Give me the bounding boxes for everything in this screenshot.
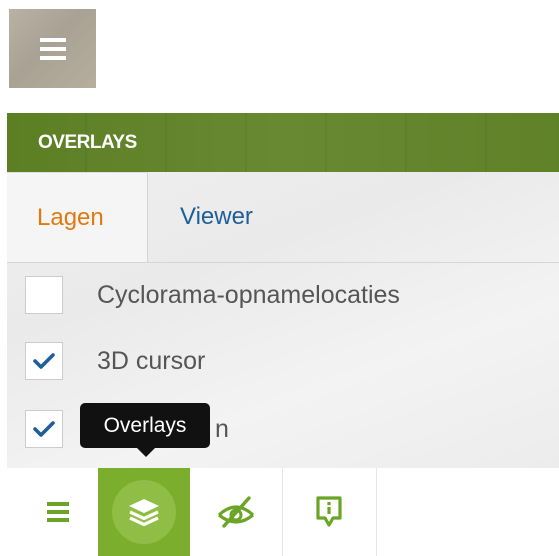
eye-slash-icon: [217, 496, 255, 528]
layer-label-3d-cursor: 3D cursor: [97, 346, 206, 375]
hamburger-icon: [47, 502, 69, 522]
overlays-tooltip: Overlays: [80, 403, 210, 448]
layer-row-cyclorama[interactable]: Cyclorama-opnamelocaties: [25, 276, 400, 314]
tab-viewer-label: Viewer: [180, 203, 253, 230]
panel-tabs: Lagen Viewer: [7, 172, 559, 263]
toolbar-menu-button[interactable]: [18, 468, 98, 556]
panel-title: OVERLAYS: [38, 131, 137, 153]
hamburger-icon: [39, 37, 66, 60]
tab-lagen[interactable]: Lagen: [7, 172, 148, 262]
layer-label-cyclorama: Cyclorama-opnamelocaties: [97, 280, 400, 309]
toolbar-info-button[interactable]: [282, 468, 377, 556]
layer-label-third-partial: n: [215, 414, 229, 443]
tab-viewer[interactable]: Viewer: [180, 172, 253, 262]
layer-checkbox-3d-cursor[interactable]: [25, 342, 63, 380]
checkmark-icon: [33, 421, 55, 437]
checkmark-icon: [33, 353, 55, 369]
info-marker-icon: [316, 496, 342, 527]
bottom-toolbar: [18, 468, 377, 556]
layer-checkbox-third[interactable]: [25, 410, 63, 448]
map-menu-button[interactable]: [9, 9, 96, 88]
toolbar-overlays-button[interactable]: [98, 468, 190, 556]
tooltip-text: Overlays: [103, 413, 187, 437]
layer-row-3d-cursor[interactable]: 3D cursor: [25, 342, 205, 380]
layer-checkbox-cyclorama[interactable]: [25, 276, 63, 314]
toolbar-hide-button[interactable]: [190, 468, 283, 556]
overlays-button-ring: [112, 480, 176, 544]
panel-header: OVERLAYS: [7, 113, 559, 172]
tab-lagen-label: Lagen: [37, 203, 104, 231]
tooltip-arrow: [136, 447, 156, 457]
layers-icon: [129, 499, 159, 527]
